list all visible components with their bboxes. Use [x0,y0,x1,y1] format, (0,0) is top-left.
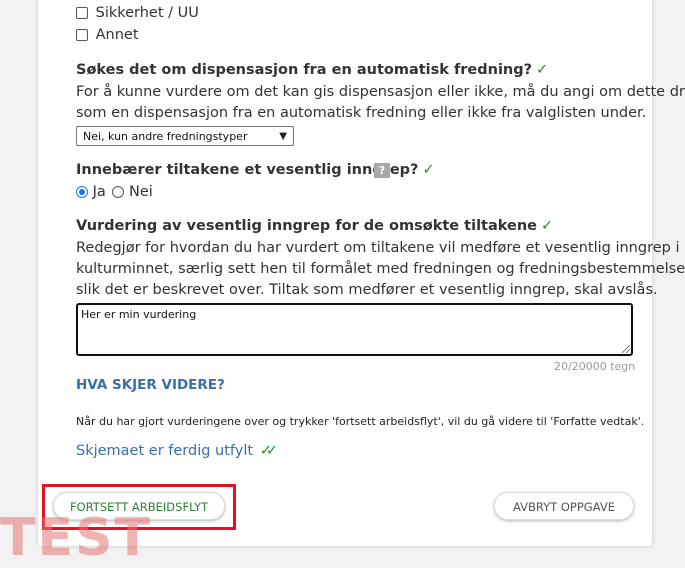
select-value: Nei, kun andre fredningstyper [83,130,248,143]
valid-check-icon: ✓ [422,162,435,178]
radio-button[interactable] [112,186,125,198]
help-icon[interactable]: ? [374,163,390,178]
checkbox-sikkerhet[interactable]: Sikkerhet / UU [76,2,199,24]
resize-handle-icon[interactable] [622,345,630,353]
checkbox-box[interactable] [76,29,88,41]
assessment-textarea[interactable]: Her er min vurdering [76,303,633,356]
radio-nei[interactable]: Nei [112,184,153,200]
textarea-value: Her er min vurdering [81,308,197,321]
dispensation-select[interactable]: Nei, kun andre fredningstyper ▼ [76,126,294,146]
valid-check-icon: ✓ [541,218,554,234]
checkbox-annet[interactable]: Annet [76,24,139,46]
form-complete-status: Skjemaet er ferdig utfylt ✓✓ [76,443,278,459]
form-complete-label: Skjemaet er ferdig utfylt [76,443,254,459]
valid-check-icon: ✓ [536,62,549,78]
cancel-task-button[interactable]: AVBRYT OPPGAVE [494,492,634,520]
dispensation-help-line-2: som en dispensasjon fra en automatisk fr… [76,105,647,121]
checkbox-box[interactable] [76,7,88,19]
assessment-help-line-1: Redegjør for hvordan du har vurdert om t… [76,240,680,256]
character-counter: 20/20000 tegn [554,360,636,373]
intervention-radio-group: Ja Nei [76,181,153,203]
radio-label: Ja [92,184,106,200]
next-heading: HVA SKJER VIDERE? [76,377,225,393]
checkbox-label: Sikkerhet / UU [95,5,199,21]
dispensation-question-text: Søkes det om dispensasjon fra en automat… [76,62,533,78]
assessment-help-line-3: slik det er beskrevet over. Tiltak som m… [76,282,658,298]
dispensation-help-line-1: For å kunne vurdere om det kan gis dispe… [76,84,685,100]
radio-button-selected[interactable] [76,186,88,198]
assessment-help-line-2: kulturminnet, særlig sett hen til formål… [76,261,685,277]
assessment-question-text: Vurdering av vesentlig inngrep for de om… [76,218,538,234]
dispensation-question: Søkes det om dispensasjon fra en automat… [76,60,548,80]
chevron-down-icon: ▼ [279,131,287,142]
next-text: Når du har gjort vurderingene over og tr… [76,415,645,428]
checkbox-label: Annet [95,27,139,43]
intervention-question-text: Innebærer tiltakene et vesentlig inngrep… [76,162,419,178]
assessment-question: Vurdering av vesentlig inngrep for de om… [76,216,553,236]
radio-ja[interactable]: Ja [76,184,110,200]
double-check-icon: ✓✓ [259,443,278,459]
radio-label: Nei [129,184,153,200]
test-watermark: TEST [0,508,152,568]
